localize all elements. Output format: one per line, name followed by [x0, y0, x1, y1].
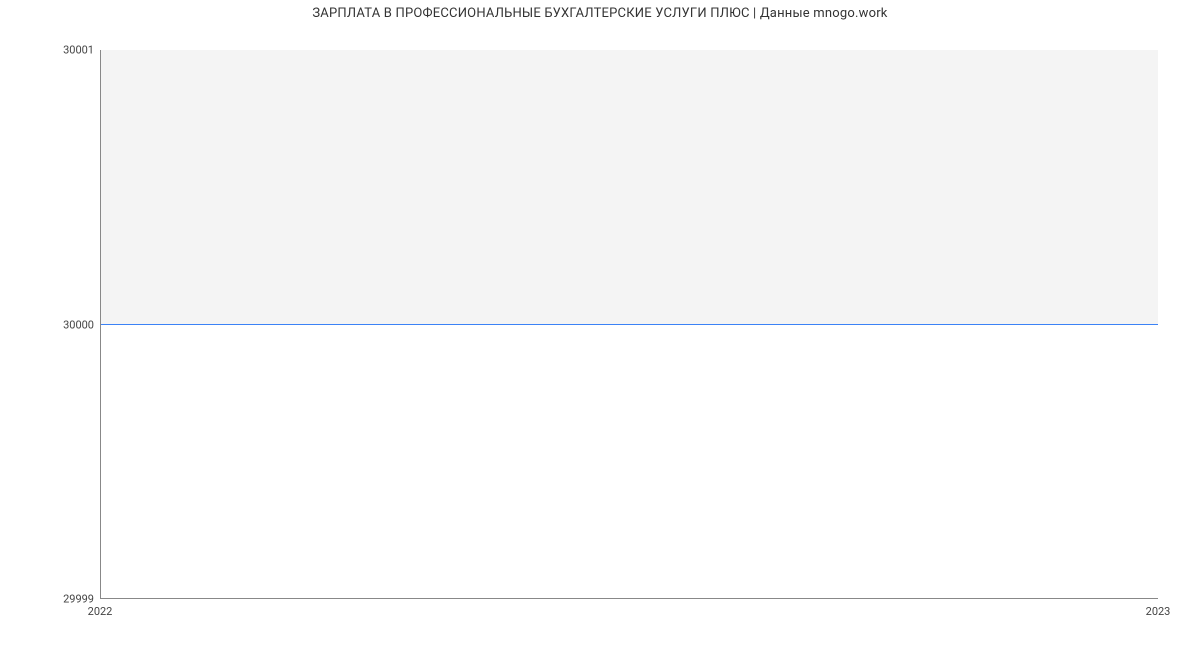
- plot-fill-upper: [101, 50, 1158, 324]
- data-line: [101, 324, 1158, 325]
- y-axis-tick-2: 30001: [63, 44, 94, 57]
- chart-title: ЗАРПЛАТА В ПРОФЕССИОНАЛЬНЫЕ БУХГАЛТЕРСКИ…: [0, 0, 1200, 21]
- plot-fill-lower: [101, 324, 1158, 598]
- chart-container: 29999 30000 30001 2022 2023: [100, 50, 1158, 599]
- y-axis-tick-1: 30000: [63, 318, 94, 331]
- x-axis-tick-0: 2022: [88, 605, 113, 618]
- x-axis-tick-1: 2023: [1146, 605, 1171, 618]
- y-axis-tick-0: 29999: [63, 593, 94, 606]
- plot-area: [100, 50, 1158, 599]
